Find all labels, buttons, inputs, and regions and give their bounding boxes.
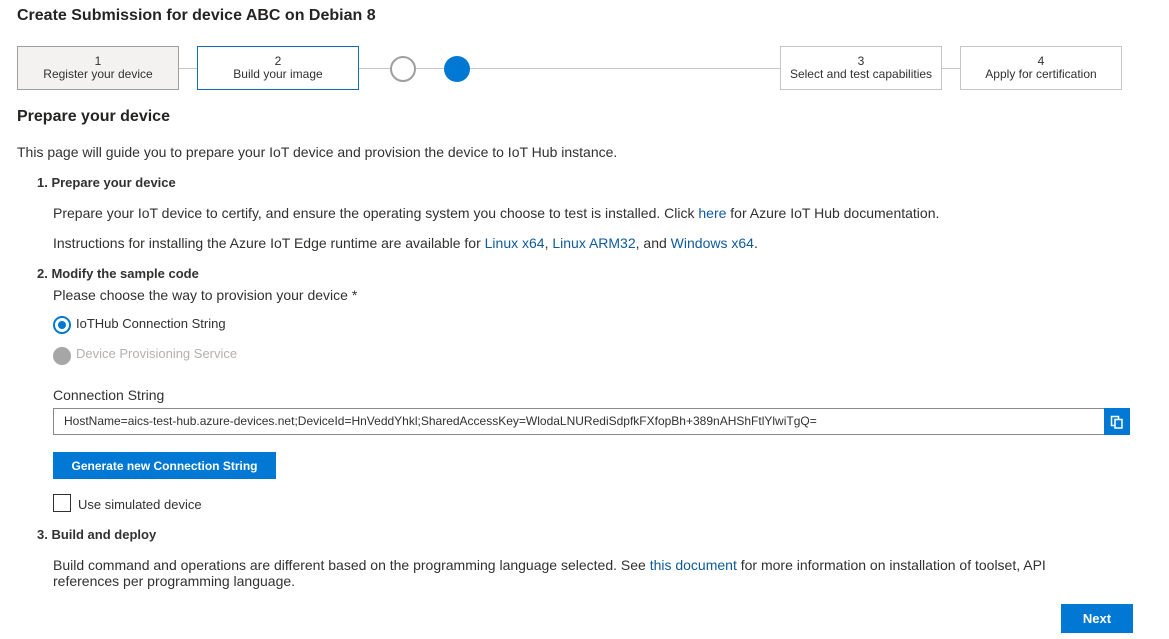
section-3-title: 3. Build and deploy	[37, 527, 157, 542]
section-2-title: 2. Modify the sample code	[37, 266, 199, 281]
windows-x64-link[interactable]: Windows x64	[671, 235, 754, 251]
step-label: Apply for certification	[985, 67, 1097, 81]
step-build-image[interactable]: 2 Build your image	[197, 46, 359, 90]
generate-connection-string-button[interactable]: Generate new Connection String	[53, 452, 276, 479]
copy-button[interactable]	[1104, 408, 1130, 435]
step-select-test-capabilities[interactable]: 3 Select and test capabilities	[780, 46, 942, 90]
device-provisioning-service-radio	[53, 347, 71, 365]
prepare-text-prefix: Prepare your IoT device to certify, and …	[53, 205, 699, 221]
build-text-prefix: Build command and operations are differe…	[53, 557, 650, 573]
copy-icon	[1110, 415, 1123, 429]
step-label: Build your image	[233, 67, 323, 81]
section-heading: Prepare your device	[17, 108, 170, 125]
iot-edge-instructions: Instructions for installing the Azure Io…	[53, 235, 758, 251]
instructions-suffix: .	[753, 235, 758, 251]
step-apply-certification[interactable]: 4 Apply for certification	[960, 46, 1122, 90]
step-label: Select and test capabilities	[789, 67, 933, 81]
iothub-connection-string-radio[interactable]	[53, 316, 71, 334]
intro-text: This page will guide you to prepare your…	[17, 144, 618, 160]
connection-string-field[interactable]: HostName=aics-test-hub.azure-devices.net…	[53, 408, 1105, 435]
radio-dot	[58, 321, 66, 329]
prepare-device-text: Prepare your IoT device to certify, and …	[53, 205, 939, 221]
separator: , and	[635, 235, 671, 251]
build-deploy-text-line2: references per programming language.	[53, 573, 296, 589]
linux-x64-link[interactable]: Linux x64	[485, 235, 545, 251]
substep-indicator-2[interactable]	[444, 56, 470, 82]
next-button[interactable]: Next	[1061, 604, 1133, 633]
here-link[interactable]: here	[698, 205, 726, 221]
prepare-text-suffix: for Azure IoT Hub documentation.	[726, 205, 940, 221]
build-text-suffix: for more information on installation of …	[736, 557, 1046, 573]
step-register-device[interactable]: 1 Register your device	[17, 46, 179, 90]
use-simulated-device-checkbox[interactable]	[53, 494, 71, 512]
device-provisioning-service-label: Device Provisioning Service	[76, 346, 238, 361]
instructions-prefix: Instructions for installing the Azure Io…	[53, 235, 485, 251]
build-deploy-text: Build command and operations are differe…	[53, 557, 1046, 573]
linux-arm32-link[interactable]: Linux ARM32	[552, 235, 635, 251]
iothub-connection-string-label[interactable]: IoTHub Connection String	[76, 316, 226, 331]
step-label: Register your device	[43, 67, 153, 81]
use-simulated-device-label[interactable]: Use simulated device	[78, 497, 202, 512]
this-document-link[interactable]: this document	[650, 557, 737, 573]
substep-indicator-1[interactable]	[390, 56, 416, 82]
section-1-title: 1. Prepare your device	[37, 175, 176, 190]
connection-string-label: Connection String	[53, 387, 165, 403]
provision-prompt: Please choose the way to provision your …	[53, 287, 358, 303]
page-title: Create Submission for device ABC on Debi…	[17, 7, 376, 24]
